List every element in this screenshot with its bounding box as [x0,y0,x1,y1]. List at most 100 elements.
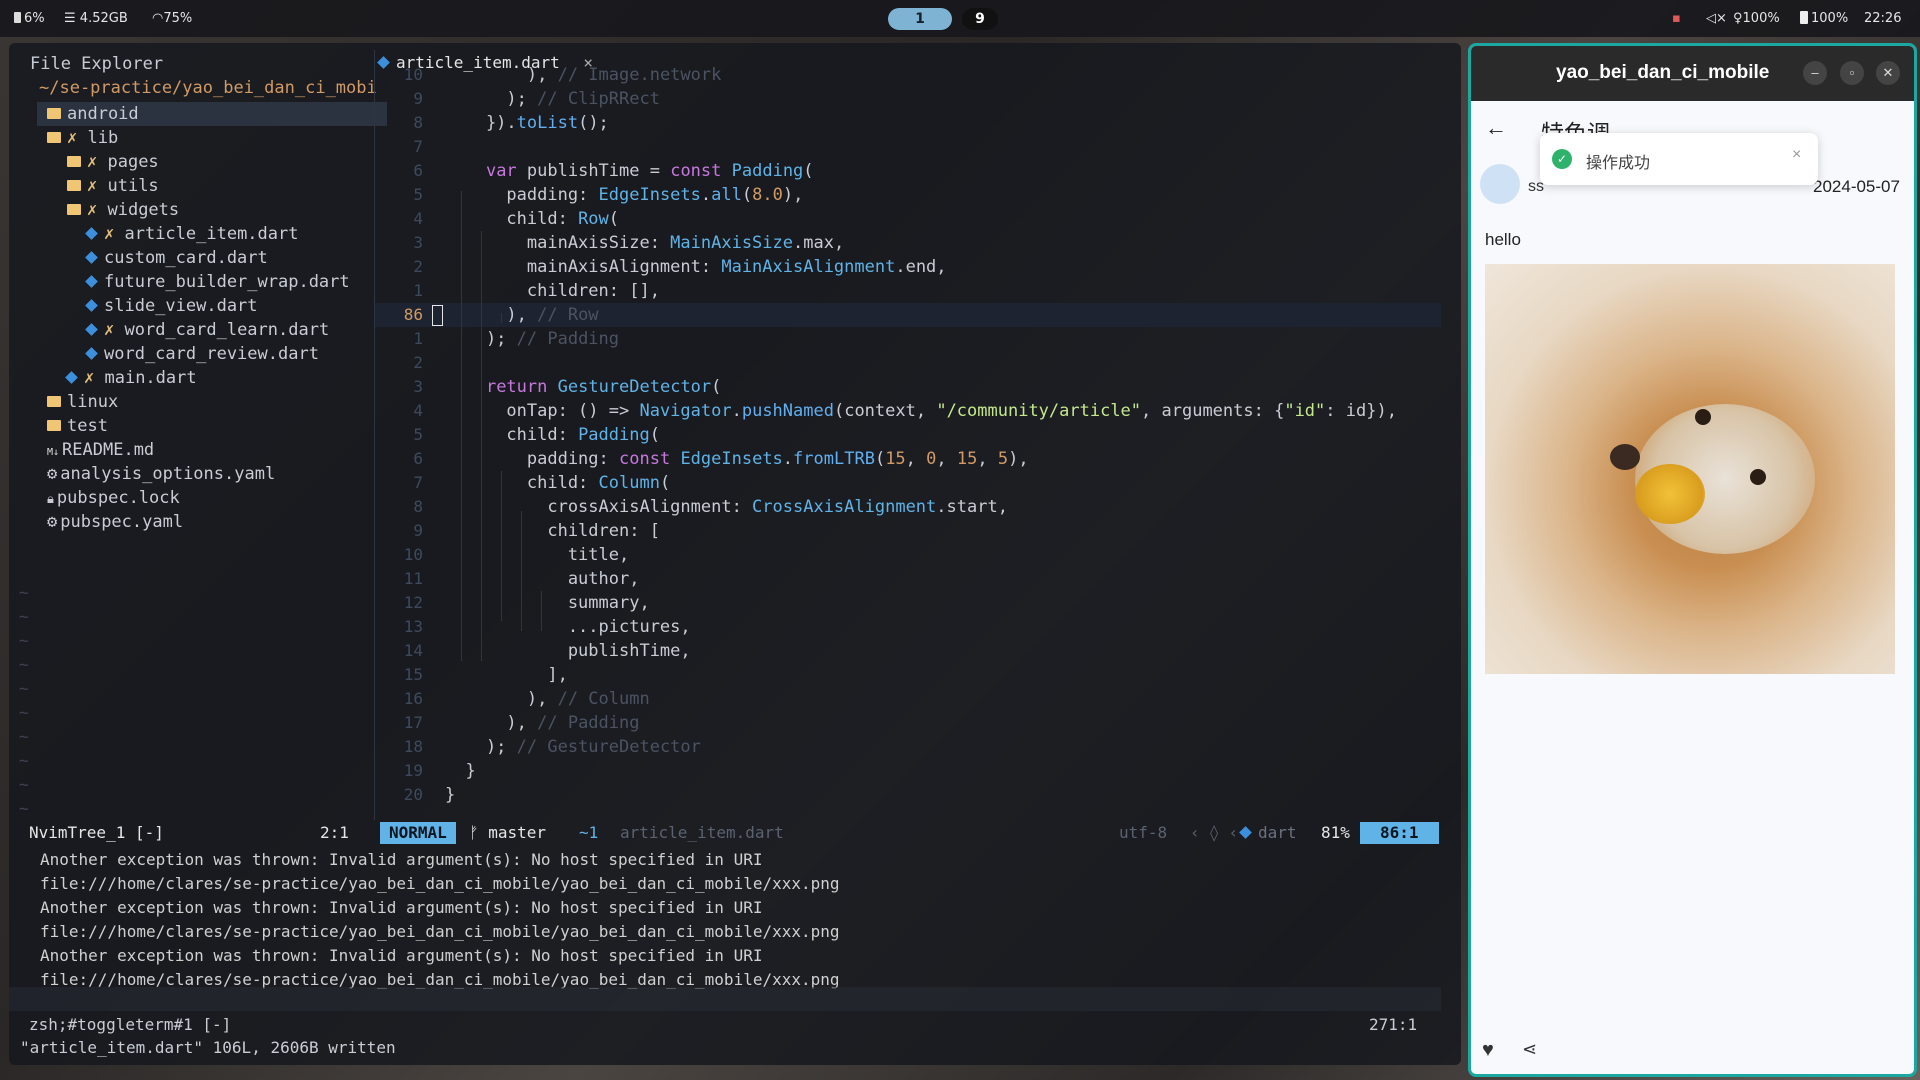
tree-item[interactable]: future_builder_wrap.dart [37,270,427,294]
line-number: 2 [413,257,423,276]
code-line: children: [], [445,281,660,301]
line-number: 7 [413,137,423,156]
tree-item[interactable]: ✗ main.dart [37,366,407,390]
filetype-label: dart [1258,823,1297,842]
tree-item[interactable]: custom_card.dart [37,246,427,270]
code-line: padding: EdgeInsets.all(8.0), [445,185,804,205]
terminal-pane[interactable]: Another exception was thrown: Invalid ar… [9,848,1441,1008]
workspace-1-button[interactable]: 1 [888,8,952,30]
terminal-cursor-pos: 271:1 [1369,1015,1418,1034]
dart-file-icon [85,347,98,360]
tree-item-label: custom_card.dart [104,248,268,268]
dart-file-icon [85,323,98,336]
code-line: ), // Image.network [445,65,722,85]
line-number: 1 [413,329,423,348]
battery-value: 100% [1811,11,1849,26]
app-window-titlebar[interactable]: yao_bei_dan_ci_mobile – ▫ ✕ [1471,46,1914,101]
gear-icon: ⚙ [47,512,58,532]
post-image[interactable] [1485,264,1895,674]
tree-item[interactable]: ⚙ analysis_options.yaml [37,462,387,486]
tree-item[interactable]: ✗ article_item.dart [37,222,427,246]
terminal-prompt-line[interactable] [9,987,1441,1011]
terminal-output-line: Another exception was thrown: Invalid ar… [40,850,763,869]
tree-root-path[interactable]: ~/se-practice/yao_bei_dan_ci_mobi [39,78,377,98]
share-icon[interactable]: ⋖ [1522,1039,1537,1060]
tree-item[interactable]: 🔒︎ pubspec.lock [37,486,387,510]
record-icon[interactable]: ▪ [1672,11,1681,26]
code-line: ); // GestureDetector [445,737,701,757]
markdown-icon: M↓ [47,447,60,458]
filetype: dart [1239,820,1297,846]
maximize-button[interactable]: ▫ [1840,61,1864,85]
avatar[interactable] [1480,164,1520,204]
line-number: 7 [413,473,423,492]
tree-item[interactable]: ✗ pages [37,150,407,174]
line-number: 8 [413,113,423,132]
line-number: 19 [403,761,423,780]
line-number: 20 [403,785,423,804]
tree-item[interactable]: ⚙ pubspec.yaml [37,510,387,534]
tree-item[interactable]: linux [37,390,387,414]
terminal-output-line: Another exception was thrown: Invalid ar… [40,898,763,917]
line-number: 16 [403,689,423,708]
gear-icon: ⚙ [47,464,58,484]
line-number: 11 [403,569,423,588]
wifi-indicator: ◠75% [152,11,192,26]
tree-item[interactable]: M↓ README.md [37,438,387,462]
volume-indicator[interactable]: ◁× [1706,11,1727,26]
line-number: 6 [413,449,423,468]
dart-file-icon [65,371,78,384]
workspace-9-button[interactable]: 9 [962,8,998,30]
brightness-indicator[interactable]: ♀100% [1733,11,1780,26]
tree-item-label: article_item.dart [124,224,299,244]
tree-item[interactable]: slide_view.dart [37,294,427,318]
minimize-button[interactable]: – [1803,61,1827,85]
folder-icon [67,180,81,191]
memory-icon: ☰ [64,11,76,26]
folder-icon [67,204,81,215]
tree-item[interactable]: test [37,414,387,438]
line-number: 8 [413,497,423,516]
bulb-icon: ♀ [1733,11,1743,26]
dart-filetype-icon [1239,826,1252,839]
tree-item-label: pages [107,152,159,172]
tree-item-label: test [67,416,108,436]
line-number: 2 [413,353,423,372]
wifi-value: 75% [163,11,193,26]
git-modified-mark: ✗ [87,176,108,196]
like-heart-icon[interactable]: ♥ [1482,1039,1494,1062]
memory-value: 4.52GB [79,11,128,26]
tree-cursor-pos: 2:1 [320,823,349,842]
indent-guide [481,431,482,661]
tree-item[interactable]: ✗ utils [37,174,407,198]
folder-icon [47,420,61,431]
tree-item[interactable]: android [37,102,387,126]
git-modified-mark: ✗ [84,368,105,388]
tree-item-label: main.dart [104,368,197,388]
code-editor[interactable]: article_item.dart × 10 ), // Image.netwo… [375,43,1441,818]
file-explorer: File Explorer ~/se-practice/yao_bei_dan_… [9,43,387,818]
code-line: ); // Padding [445,329,620,349]
tree-item[interactable]: ✗ word_card_learn.dart [37,318,427,342]
tree-item[interactable]: word_card_review.dart [37,342,427,366]
flutter-app-window: yao_bei_dan_ci_mobile – ▫ ✕ ← 特色调 ss 202… [1468,43,1917,1077]
git-branch-icon: ᚠ [469,823,489,842]
folder-icon [67,156,81,167]
code-line: ), // Column [445,689,650,709]
tree-item[interactable]: ✗ widgets [37,198,407,222]
mode-indicator: NORMAL [380,822,456,844]
tree-item[interactable]: ✗ lib [37,126,387,150]
post-date: 2024-05-07 [1813,177,1900,196]
git-branch: ᚠ master [469,820,546,846]
line-number: 10 [403,65,423,84]
tree-item-label: pubspec.yaml [60,512,184,532]
terminal-buffer-name: zsh;#toggleterm#1 [-] [29,1015,232,1034]
close-window-button[interactable]: ✕ [1876,61,1900,85]
tree-item-label: utils [107,176,159,196]
back-arrow-icon[interactable]: ← [1485,115,1507,141]
toast-close-icon[interactable]: × [1792,146,1801,164]
code-line: crossAxisAlignment: CrossAxisAlignment.s… [445,497,1008,517]
line-number: 10 [403,545,423,564]
dart-file-icon [85,227,98,240]
tree-item-label: README.md [62,440,155,460]
